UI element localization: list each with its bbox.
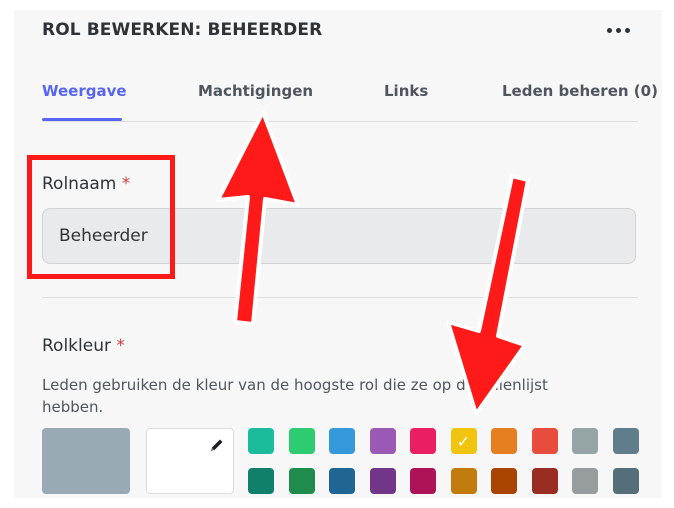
arrow-up-annotation (216, 110, 300, 326)
annotation-arrows (216, 110, 530, 416)
arrow-down-annotation (446, 174, 530, 416)
